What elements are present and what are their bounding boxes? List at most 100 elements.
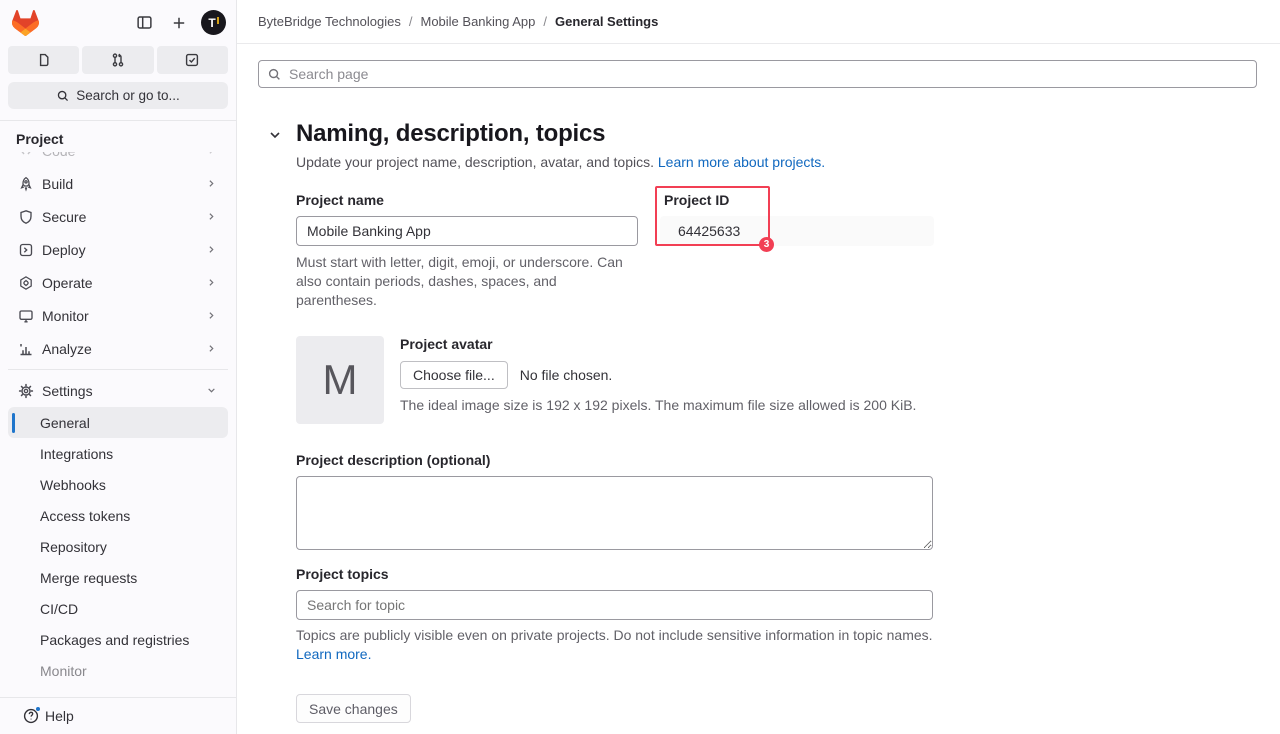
project-avatar-row: M Project avatar Choose file... No file …	[296, 336, 1257, 424]
gear-icon	[18, 383, 34, 399]
sidebar-header: T	[0, 0, 236, 45]
naming-section: Naming, description, topics Update your …	[258, 120, 1257, 723]
sidebar-subitem-label: CI/CD	[40, 601, 78, 617]
sidebar-item-label: Code	[42, 152, 75, 159]
merge-requests-button[interactable]	[82, 46, 153, 74]
sidebar-toggle-button[interactable]	[131, 10, 157, 36]
sidebar-section-title: Project	[0, 121, 236, 152]
deploy-icon	[18, 242, 34, 258]
chevron-right-icon	[205, 210, 218, 223]
user-initial: T	[208, 16, 215, 30]
issues-button[interactable]	[8, 46, 79, 74]
file-chooser-row: Choose file... No file chosen.	[400, 361, 916, 389]
sidebar-subitem-label: Repository	[40, 539, 107, 555]
sidebar-subitem-cicd[interactable]: CI/CD	[8, 593, 228, 624]
divider	[8, 369, 228, 370]
collapse-section-button[interactable]	[267, 127, 283, 143]
main-content: ByteBridge Technologies / Mobile Banking…	[237, 0, 1280, 734]
breadcrumb-current-page: General Settings	[555, 14, 658, 29]
gitlab-logo-icon[interactable]	[12, 10, 39, 36]
breadcrumb-group-link[interactable]: ByteBridge Technologies	[258, 14, 401, 29]
name-id-row: Project name Must start with letter, dig…	[296, 192, 1257, 310]
rocket-icon	[18, 176, 34, 192]
sidebar-item-label: Secure	[42, 209, 86, 225]
sidebar-item-operate[interactable]: Operate	[8, 266, 228, 299]
sidebar-subitem-access-tokens[interactable]: Access tokens	[8, 500, 228, 531]
choose-file-button[interactable]: Choose file...	[400, 361, 508, 389]
breadcrumb-separator: /	[543, 14, 547, 29]
save-changes-button[interactable]: Save changes	[296, 694, 411, 723]
project-avatar-label: Project avatar	[400, 336, 916, 352]
sidebar-subitem-label: Packages and registries	[40, 632, 189, 648]
project-name-input[interactable]	[296, 216, 638, 246]
sidebar-item-label: Operate	[42, 275, 93, 291]
sidebar-subitem-merge-requests[interactable]: Merge requests	[8, 562, 228, 593]
sidebar-subitem-repository[interactable]: Repository	[8, 531, 228, 562]
chevron-right-icon	[205, 177, 218, 190]
avatar-controls: Project avatar Choose file... No file ch…	[400, 336, 916, 424]
sidebar-item-secure[interactable]: Secure	[8, 200, 228, 233]
page-search-input[interactable]	[258, 60, 1257, 88]
sidebar-item-settings[interactable]: Settings	[8, 374, 228, 407]
sidebar-item-deploy[interactable]: Deploy	[8, 233, 228, 266]
project-description-label: Project description (optional)	[296, 452, 490, 468]
chevron-right-icon	[205, 342, 218, 355]
chevron-right-icon	[205, 243, 218, 256]
search-or-go-to-button[interactable]: Search or go to...	[8, 82, 228, 109]
sidebar-subitem-label: General	[40, 415, 90, 431]
shield-icon	[18, 209, 34, 225]
help-button[interactable]: Help	[0, 697, 236, 734]
sidebar-item-monitor[interactable]: Monitor	[8, 299, 228, 332]
sidebar-item-code[interactable]: Code	[8, 152, 228, 167]
learn-more-topics-link[interactable]: Learn more.	[296, 646, 371, 662]
no-file-text: No file chosen.	[520, 367, 613, 383]
sidebar-subitem-integrations[interactable]: Integrations	[8, 438, 228, 469]
breadcrumb-project-link[interactable]: Mobile Banking App	[420, 14, 535, 29]
sidebar-subitem-label: Merge requests	[40, 570, 137, 586]
sidebar-subitem-label: Webhooks	[40, 477, 106, 493]
search-icon	[267, 67, 282, 82]
sidebar-subitem-label: Integrations	[40, 446, 113, 462]
subtitle-text: Update your project name, description, a…	[296, 154, 658, 170]
sidebar-item-analyze[interactable]: Analyze	[8, 332, 228, 365]
sidebar-subitem-packages[interactable]: Packages and registries	[8, 624, 228, 655]
sidebar-item-build[interactable]: Build	[8, 167, 228, 200]
project-topics-input[interactable]	[296, 590, 933, 620]
notification-dot	[35, 706, 41, 712]
pinned-shortcuts	[8, 46, 228, 74]
question-circle-icon	[22, 707, 40, 725]
code-icon	[18, 152, 34, 159]
help-label: Help	[45, 708, 74, 724]
avatar-accent	[217, 17, 219, 24]
search-label: Search or go to...	[76, 88, 180, 103]
operate-icon	[18, 275, 34, 291]
user-avatar[interactable]: T	[201, 10, 226, 35]
topics-help: Topics are publicly visible even on priv…	[296, 626, 956, 664]
project-id-field: Project ID 64425633 3	[660, 192, 934, 310]
sidebar-item-label: Monitor	[42, 308, 89, 324]
sidebar-subitem-label: Monitor	[40, 663, 87, 679]
sidebar-item-label: Build	[42, 176, 73, 192]
create-new-button[interactable]	[166, 10, 192, 36]
chevron-down-icon	[205, 384, 218, 397]
todos-icon	[184, 52, 200, 68]
active-indicator	[12, 413, 15, 433]
sidebar: T Search or go to... Projec	[0, 0, 237, 734]
breadcrumb: ByteBridge Technologies / Mobile Banking…	[237, 0, 1280, 44]
section-title: Naming, description, topics	[296, 120, 1257, 148]
project-description-field: Project description (optional)	[296, 452, 1257, 550]
todos-button[interactable]	[157, 46, 228, 74]
sidebar-item-label: Deploy	[42, 242, 86, 258]
project-topics-field: Project topics Topics are publicly visib…	[296, 566, 1257, 664]
sidebar-subitem-general[interactable]: General	[8, 407, 228, 438]
project-description-input[interactable]	[296, 476, 933, 550]
learn-more-projects-link[interactable]: Learn more about projects.	[658, 154, 825, 170]
project-name-label: Project name	[296, 192, 384, 208]
sidebar-nav: Code Build Secure Deploy	[0, 152, 236, 697]
sidebar-subitem-monitor[interactable]: Monitor	[8, 655, 228, 686]
page-search	[258, 60, 1257, 88]
project-id-label: Project ID	[660, 192, 934, 208]
sidebar-subitem-webhooks[interactable]: Webhooks	[8, 469, 228, 500]
sidebar-subitem-label: Access tokens	[40, 508, 130, 524]
scrolled-out-item: Code	[8, 152, 228, 167]
